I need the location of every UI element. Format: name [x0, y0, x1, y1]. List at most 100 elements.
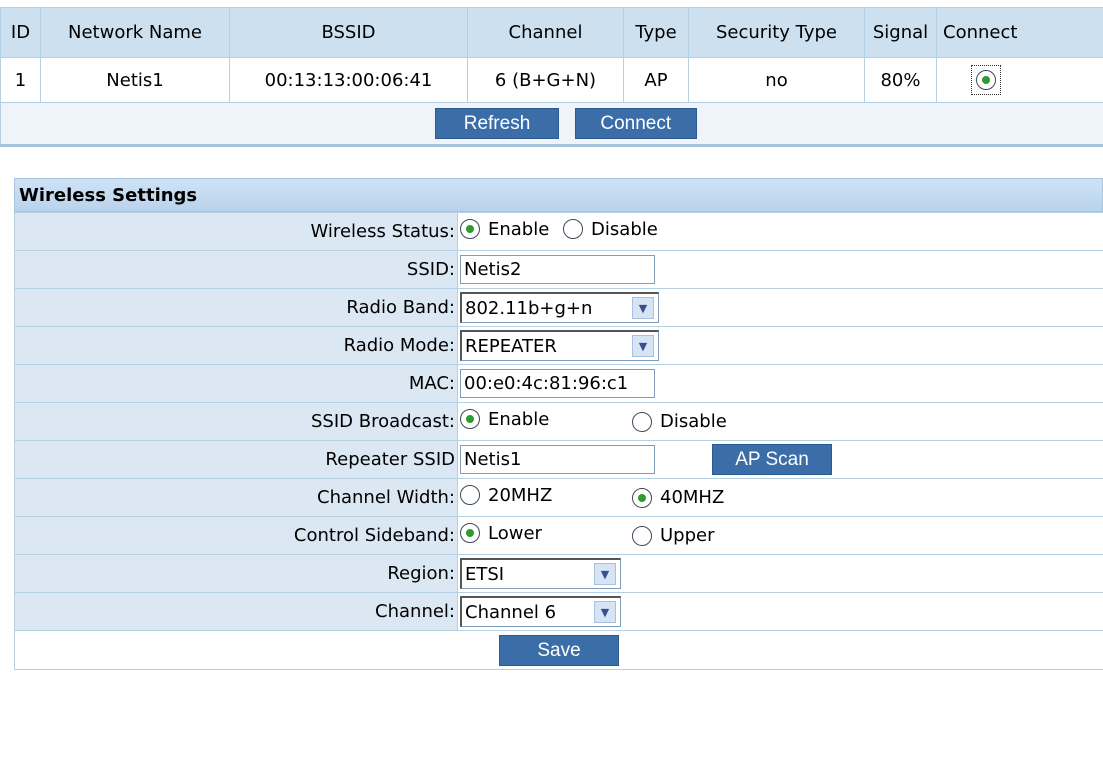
refresh-button[interactable]: Refresh	[435, 108, 559, 139]
radio-band-label: Radio Band:	[14, 288, 458, 327]
region-label: Region:	[14, 554, 458, 593]
wireless-status-enable-radio[interactable]	[460, 219, 480, 240]
radio-mode-field: REPEATER ▼	[457, 326, 1103, 365]
table-header-row: ID Network Name BSSID Channel Type Secur…	[0, 7, 1103, 58]
ssid-broadcast-enable-radio[interactable]	[460, 409, 480, 430]
channel-width-20mhz-option[interactable]: 20MHZ	[460, 485, 552, 506]
channel-select[interactable]: Channel 6 ▼	[460, 596, 621, 627]
control-sideband-upper-option[interactable]: Upper	[632, 525, 715, 546]
column-header-id: ID	[0, 7, 41, 58]
channel-field: Channel 6 ▼	[457, 592, 1103, 631]
form-row-wireless-status: Wireless Status: Enable Disable	[14, 212, 1103, 251]
wireless-status-disable-option[interactable]: Disable	[563, 219, 658, 240]
cell-connect	[936, 57, 1103, 103]
connect-radio-focus-ring	[971, 65, 1001, 95]
radio-band-select[interactable]: 802.11b+g+n ▼	[460, 292, 659, 323]
section-title: Wireless Settings	[14, 178, 1103, 212]
column-header-type: Type	[623, 7, 689, 58]
form-row-region: Region: ETSI ▼	[14, 554, 1103, 593]
channel-width-40mhz-option[interactable]: 40MHZ	[632, 487, 724, 508]
cell-id: 1	[0, 57, 41, 103]
radio-mode-value: REPEATER	[465, 335, 557, 357]
ssid-broadcast-label: SSID Broadcast:	[14, 402, 458, 441]
ssid-broadcast-field: Enable Disable	[457, 402, 1103, 441]
column-header-channel: Channel	[467, 7, 624, 58]
control-sideband-upper-label: Upper	[660, 525, 715, 546]
mac-input[interactable]: 00:e0:4c:81:96:c1	[460, 369, 655, 398]
channel-width-field: 20MHZ 40MHZ	[457, 478, 1103, 517]
control-sideband-label: Control Sideband:	[14, 516, 458, 555]
chevron-down-icon: ▼	[594, 601, 616, 623]
control-sideband-lower-option[interactable]: Lower	[460, 523, 542, 544]
radio-mode-select[interactable]: REPEATER ▼	[460, 330, 659, 361]
table-row: 1 Netis1 00:13:13:00:06:41 6 (B+G+N) AP …	[0, 57, 1103, 103]
cell-channel: 6 (B+G+N)	[467, 57, 624, 103]
ssid-broadcast-enable-label: Enable	[488, 408, 550, 430]
repeater-ssid-input[interactable]: Netis1	[460, 445, 655, 474]
column-header-network-name: Network Name	[40, 7, 230, 58]
ssid-broadcast-disable-option[interactable]: Disable	[632, 411, 727, 432]
radio-mode-label: Radio Mode:	[14, 326, 458, 365]
form-row-ssid: SSID: Netis2	[14, 250, 1103, 289]
control-sideband-lower-radio[interactable]	[460, 523, 480, 544]
chevron-down-icon: ▼	[632, 335, 654, 357]
cell-network-name: Netis1	[40, 57, 230, 103]
cell-security-type: no	[688, 57, 865, 103]
wireless-status-disable-radio[interactable]	[563, 219, 584, 240]
chevron-down-icon: ▼	[594, 563, 616, 585]
form-row-save: Save	[14, 630, 1103, 670]
chevron-down-icon: ▼	[632, 297, 654, 319]
form-row-mac: MAC: 00:e0:4c:81:96:c1	[14, 364, 1103, 403]
channel-width-40mhz-label: 40MHZ	[660, 487, 725, 508]
cell-signal: 80%	[864, 57, 937, 103]
form-row-control-sideband: Control Sideband: Lower Upper	[14, 516, 1103, 555]
form-row-radio-band: Radio Band: 802.11b+g+n ▼	[14, 288, 1103, 327]
region-value: ETSI	[465, 563, 505, 585]
column-header-signal: Signal	[864, 7, 937, 58]
ssid-input[interactable]: Netis2	[460, 255, 655, 284]
channel-width-label: Channel Width:	[14, 478, 458, 517]
repeater-ssid-field: Netis1 AP Scan	[457, 440, 1103, 479]
ssid-field: Netis2	[457, 250, 1103, 289]
mac-field: 00:e0:4c:81:96:c1	[457, 364, 1103, 403]
save-cell: Save	[14, 630, 1103, 670]
connect-radio[interactable]	[976, 70, 996, 90]
control-sideband-field: Lower Upper	[457, 516, 1103, 555]
cell-type: AP	[623, 57, 689, 103]
mac-label: MAC:	[14, 364, 458, 403]
repeater-ssid-label: Repeater SSID	[14, 440, 458, 479]
column-header-bssid: BSSID	[229, 7, 468, 58]
channel-width-20mhz-label: 20MHZ	[488, 484, 553, 506]
wireless-status-enable-option[interactable]: Enable	[460, 219, 549, 240]
cell-bssid: 00:13:13:00:06:41	[229, 57, 468, 103]
control-sideband-lower-label: Lower	[488, 522, 542, 544]
router-config-page: ID Network Name BSSID Channel Type Secur…	[0, 0, 1103, 769]
ap-scan-button[interactable]: AP Scan	[712, 444, 832, 475]
table-actions-cell: Refresh Connect	[0, 102, 1103, 147]
region-field: ETSI ▼	[457, 554, 1103, 593]
form-row-channel: Channel: Channel 6 ▼	[14, 592, 1103, 631]
form-row-ssid-broadcast: SSID Broadcast: Enable Disable	[14, 402, 1103, 441]
column-header-security-type: Security Type	[688, 7, 865, 58]
ssid-label: SSID:	[14, 250, 458, 289]
form-row-channel-width: Channel Width: 20MHZ 40MHZ	[14, 478, 1103, 517]
channel-label: Channel:	[14, 592, 458, 631]
region-select[interactable]: ETSI ▼	[460, 558, 621, 589]
ssid-broadcast-disable-label: Disable	[660, 411, 727, 432]
wireless-status-enable-label: Enable	[488, 218, 550, 240]
channel-width-20mhz-radio[interactable]	[460, 485, 480, 506]
ap-scan-table: ID Network Name BSSID Channel Type Secur…	[0, 7, 1103, 147]
control-sideband-upper-radio[interactable]	[632, 525, 652, 546]
wireless-status-field: Enable Disable	[457, 212, 1103, 251]
ssid-broadcast-enable-option[interactable]: Enable	[460, 409, 549, 430]
channel-width-40mhz-radio[interactable]	[632, 487, 652, 508]
connect-button[interactable]: Connect	[574, 108, 697, 139]
form-row-radio-mode: Radio Mode: REPEATER ▼	[14, 326, 1103, 365]
column-header-connect: Connect	[936, 7, 1103, 58]
form-row-repeater-ssid: Repeater SSID Netis1 AP Scan	[14, 440, 1103, 479]
wireless-status-label: Wireless Status:	[14, 212, 458, 251]
channel-value: Channel 6	[465, 601, 557, 623]
wireless-status-disable-label: Disable	[591, 218, 658, 240]
save-button[interactable]: Save	[499, 634, 619, 666]
ssid-broadcast-disable-radio[interactable]	[632, 411, 652, 432]
